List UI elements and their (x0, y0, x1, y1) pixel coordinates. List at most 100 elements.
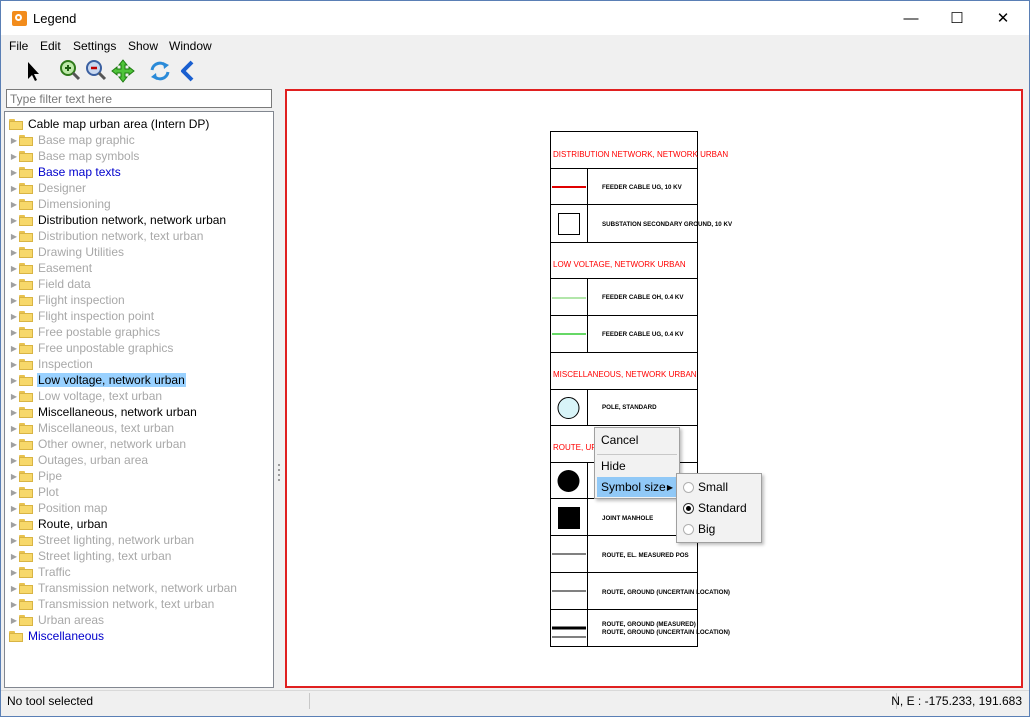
tree-item[interactable]: ▶ Distribution network, network urban (9, 212, 227, 228)
tree-item[interactable]: ▶ Flight inspection (9, 292, 126, 308)
legend-entry-label: ROUTE, GROUND (MEASURED) (602, 621, 696, 628)
expand-arrow-icon[interactable]: ▶ (9, 264, 19, 273)
tree-item[interactable]: ▶ Plot (9, 484, 60, 500)
expand-arrow-icon[interactable]: ▶ (9, 504, 19, 513)
tree-item-label: Low voltage, text urban (38, 389, 163, 403)
menu-window[interactable]: Window (169, 39, 212, 53)
expand-arrow-icon[interactable]: ▶ (9, 472, 19, 481)
expand-arrow-icon[interactable]: ▶ (9, 152, 19, 161)
tree-item[interactable]: ▶ Dimensioning (9, 196, 112, 212)
tree-item[interactable]: ▶ Traffic (9, 564, 72, 580)
size-option-standard[interactable]: Standard (679, 498, 759, 518)
expand-arrow-icon[interactable]: ▶ (9, 360, 19, 369)
expand-arrow-icon[interactable]: ▶ (9, 456, 19, 465)
tree-item[interactable]: ▶ Distribution network, text urban (9, 228, 204, 244)
tree-item[interactable]: ▶ Transmission network, network urban (9, 580, 238, 596)
legend-window: Legend — ☐ ✕ File Edit Settings Show Win… (0, 0, 1030, 717)
tree-item-label: Free postable graphics (38, 325, 161, 339)
expand-arrow-icon[interactable]: ▶ (9, 344, 19, 353)
legend-canvas[interactable]: DISTRIBUTION NETWORK, NETWORK URBAN LOW … (285, 89, 1023, 688)
tree-root[interactable]: Cable map urban area (Intern DP) (9, 116, 210, 132)
tree-item[interactable]: ▶ Field data (9, 276, 92, 292)
tree-item[interactable]: ▶ Base map graphic (9, 132, 136, 148)
pan-icon[interactable] (110, 58, 136, 84)
expand-arrow-icon[interactable]: ▶ (9, 200, 19, 209)
tree-item[interactable]: ▶ Designer (9, 180, 87, 196)
expand-arrow-icon[interactable]: ▶ (9, 184, 19, 193)
back-icon[interactable] (175, 58, 201, 84)
expand-arrow-icon[interactable]: ▶ (9, 168, 19, 177)
expand-arrow-icon[interactable]: ▶ (9, 232, 19, 241)
expand-arrow-icon[interactable]: ▶ (9, 248, 19, 257)
expand-arrow-icon[interactable]: ▶ (9, 424, 19, 433)
maximize-button[interactable]: ☐ (934, 1, 980, 35)
expand-arrow-icon[interactable]: ▶ (9, 616, 19, 625)
tree-item[interactable]: ▶ Street lighting, network urban (9, 532, 195, 548)
tree-item-label: Outages, urban area (38, 453, 149, 467)
folder-icon (19, 502, 33, 514)
expand-arrow-icon[interactable]: ▶ (9, 136, 19, 145)
tree-root-miscellaneous[interactable]: Miscellaneous (9, 628, 105, 644)
tree-item[interactable]: ▶ Street lighting, text urban (9, 548, 172, 564)
menu-show[interactable]: Show (128, 39, 158, 53)
expand-arrow-icon[interactable]: ▶ (9, 600, 19, 609)
menu-file[interactable]: File (9, 39, 28, 53)
tree-item[interactable]: ▶ Base map symbols (9, 148, 140, 164)
tree-item[interactable]: ▶ Transmission network, text urban (9, 596, 215, 612)
tree-item[interactable]: ▶ Low voltage, network urban (9, 372, 186, 388)
splitter-handle[interactable] (277, 461, 281, 491)
menu-edit[interactable]: Edit (40, 39, 61, 53)
expand-arrow-icon[interactable]: ▶ (9, 312, 19, 321)
expand-arrow-icon[interactable]: ▶ (9, 440, 19, 449)
tree-item[interactable]: ▶ Free unpostable graphics (9, 340, 174, 356)
zoom-out-icon[interactable] (83, 58, 109, 84)
expand-arrow-icon[interactable]: ▶ (9, 584, 19, 593)
expand-arrow-icon[interactable]: ▶ (9, 520, 19, 529)
tree-item[interactable]: ▶ Position map (9, 500, 108, 516)
expand-arrow-icon[interactable]: ▶ (9, 296, 19, 305)
folder-icon (19, 566, 33, 578)
expand-arrow-icon[interactable]: ▶ (9, 536, 19, 545)
expand-arrow-icon[interactable]: ▶ (9, 408, 19, 417)
select-arrow-icon[interactable] (20, 58, 46, 84)
tree-item[interactable]: ▶ Miscellaneous, network urban (9, 404, 198, 420)
folder-icon (19, 358, 33, 370)
expand-arrow-icon[interactable]: ▶ (9, 552, 19, 561)
expand-arrow-icon[interactable]: ▶ (9, 392, 19, 401)
tree-item[interactable]: ▶ Low voltage, text urban (9, 388, 163, 404)
legend-entry-label: ROUTE, EL. MEASURED POS (602, 552, 689, 559)
tree-item[interactable]: ▶ Route, urban (9, 516, 108, 532)
tree-item[interactable]: ▶ Base map texts (9, 164, 122, 180)
expand-arrow-icon[interactable]: ▶ (9, 376, 19, 385)
close-button[interactable]: ✕ (980, 1, 1026, 35)
expand-arrow-icon[interactable]: ▶ (9, 568, 19, 577)
context-symbol-size[interactable]: Symbol size ▶ (597, 477, 677, 497)
tree-item[interactable]: ▶ Drawing Utilities (9, 244, 125, 260)
refresh-icon[interactable] (147, 58, 173, 84)
menu-settings[interactable]: Settings (73, 39, 116, 53)
zoom-in-icon[interactable] (57, 58, 83, 84)
filter-input[interactable] (7, 90, 271, 107)
expand-arrow-icon[interactable]: ▶ (9, 280, 19, 289)
tree-item[interactable]: ▶ Easement (9, 260, 93, 276)
legend-section-title: LOW VOLTAGE, NETWORK URBAN (553, 260, 686, 269)
tree-item[interactable]: ▶ Flight inspection point (9, 308, 155, 324)
tree-item[interactable]: ▶ Other owner, network urban (9, 436, 187, 452)
context-cancel[interactable]: Cancel (597, 430, 677, 450)
tree-item-label: Position map (38, 501, 108, 515)
tree-item[interactable]: ▶ Outages, urban area (9, 452, 149, 468)
minimize-button[interactable]: — (888, 1, 934, 35)
expand-arrow-icon[interactable]: ▶ (9, 216, 19, 225)
expand-arrow-icon[interactable]: ▶ (9, 328, 19, 337)
tree-item-label: Dimensioning (38, 197, 111, 211)
context-hide[interactable]: Hide (597, 456, 677, 476)
tree-item[interactable]: ▶ Pipe (9, 468, 63, 484)
size-option-small[interactable]: Small (679, 477, 759, 497)
tree-item[interactable]: ▶ Inspection (9, 356, 94, 372)
tree-item[interactable]: ▶ Free postable graphics (9, 324, 161, 340)
folder-icon (19, 406, 33, 418)
tree-item[interactable]: ▶ Miscellaneous, text urban (9, 420, 175, 436)
tree-item[interactable]: ▶ Urban areas (9, 612, 105, 628)
expand-arrow-icon[interactable]: ▶ (9, 488, 19, 497)
size-option-big[interactable]: Big (679, 519, 759, 539)
